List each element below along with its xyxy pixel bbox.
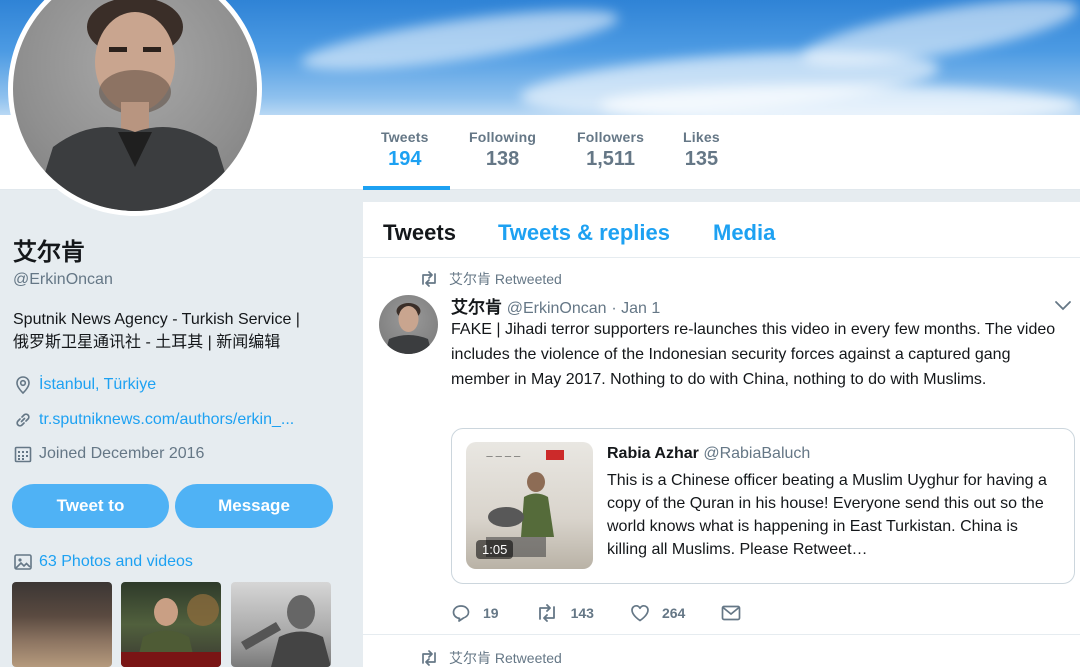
tweet-author-handle[interactable]: @ErkinOncan	[507, 300, 607, 317]
retweet-count: 143	[570, 605, 594, 621]
retweet-icon	[422, 271, 436, 287]
stat-tweets-value: 194	[388, 148, 422, 170]
active-stat-underline	[363, 186, 450, 190]
image-icon	[14, 554, 32, 570]
tweet-date[interactable]: · Jan 1	[611, 300, 660, 317]
tweet-to-button[interactable]: Tweet to	[12, 484, 169, 528]
tweet-item[interactable]: 艾尔肯 Retweeted 艾尔肯 @ErkinOncan · Jan 1 FA…	[363, 259, 1080, 635]
reply-icon	[452, 605, 470, 622]
tab-tweets-replies[interactable]: Tweets & replies	[498, 220, 670, 246]
website-link[interactable]: tr.sputniknews.com/authors/erkin_...	[39, 411, 294, 429]
video-duration: 1:05	[476, 540, 514, 559]
stat-followers-label: Followers	[577, 129, 645, 145]
stat-tweets[interactable]: Tweets 194	[381, 129, 429, 171]
tweet-author-avatar[interactable]	[379, 295, 438, 354]
avatar-photo	[33, 0, 237, 211]
message-button[interactable]: Message	[175, 484, 333, 528]
joined-text: Joined December 2016	[39, 445, 205, 462]
location-text[interactable]: İstanbul, Türkiye	[39, 376, 156, 394]
stat-likes-label: Likes	[683, 129, 720, 145]
svg-text:— — — —: — — — —	[486, 452, 521, 460]
tweet-author-name[interactable]: 艾尔肯	[451, 298, 502, 317]
like-count: 264	[661, 605, 686, 621]
stat-following-label: Following	[469, 129, 537, 145]
media-thumbnail[interactable]	[231, 582, 331, 667]
quoted-author-name: Rabia Azhar	[607, 445, 699, 462]
stat-likes-value: 135	[684, 148, 719, 170]
photos-videos-link[interactable]: 63 Photos and videos	[13, 552, 193, 572]
direct-message-button[interactable]	[721, 605, 753, 621]
tweet-header: 艾尔肯 @ErkinOncan · Jan 1	[451, 293, 660, 318]
next-retweeted-by-text: 艾尔肯 Retweeted	[449, 650, 562, 666]
location-pin-icon	[16, 376, 30, 395]
stat-following-value: 138	[485, 148, 520, 170]
retweeted-by: 艾尔肯 Retweeted	[419, 269, 562, 289]
retweet-icon	[538, 604, 555, 622]
bio-line-2: 俄罗斯卫星通讯社 - 土耳其 | 新闻编辑	[13, 334, 281, 351]
link-icon	[16, 413, 30, 427]
tab-tweets[interactable]: Tweets	[383, 220, 456, 246]
reply-count: 19	[483, 605, 499, 621]
heart-icon	[631, 604, 649, 622]
profile-location[interactable]: İstanbul, Türkiye	[13, 375, 156, 395]
quoted-author-handle: @RabiaBaluch	[703, 445, 811, 462]
stat-following[interactable]: Following 138	[469, 129, 536, 171]
profile-website[interactable]: tr.sputniknews.com/authors/erkin_...	[13, 410, 294, 430]
timeline: Tweets Tweets & replies Media 艾尔肯 Retwee…	[363, 202, 1080, 667]
profile-bio: Sputnik News Agency - Turkish Service | …	[13, 308, 343, 354]
bio-line-1: Sputnik News Agency - Turkish Service |	[13, 311, 300, 328]
retweet-button[interactable]: 143	[535, 604, 594, 622]
chevron-down-icon[interactable]	[1054, 299, 1072, 311]
profile-handle[interactable]: @ErkinOncan	[13, 271, 113, 289]
tweet-actions: 19 143 264	[451, 603, 789, 623]
retweet-icon	[422, 650, 436, 666]
reply-button[interactable]: 19	[451, 603, 499, 623]
profile-name[interactable]: 艾尔肯	[13, 232, 85, 267]
calendar-icon	[14, 446, 32, 463]
tab-media[interactable]: Media	[713, 220, 775, 246]
tweet-text: FAKE | Jihadi terror supporters re-launc…	[451, 321, 1056, 388]
stat-followers-value: 1,511	[586, 148, 636, 170]
retweeted-by-text: 艾尔肯 Retweeted	[449, 271, 562, 287]
stat-likes[interactable]: Likes 135	[683, 129, 720, 171]
quoted-tweet-header: Rabia Azhar @RabiaBaluch	[607, 445, 810, 463]
quoted-video-thumbnail[interactable]: — — — — 1:05	[466, 442, 593, 569]
envelope-icon	[721, 605, 741, 621]
quoted-tweet[interactable]: — — — — 1:05 Rabia Azhar @RabiaBaluch Th…	[451, 428, 1075, 584]
profile-joined: Joined December 2016	[13, 444, 204, 464]
timeline-tabs: Tweets Tweets & replies Media	[363, 202, 1080, 258]
quoted-tweet-text: This is a Chinese officer beating a Musl…	[607, 472, 1047, 558]
stat-followers[interactable]: Followers 1,511	[577, 129, 644, 171]
like-button[interactable]: 264	[630, 604, 685, 622]
photos-videos-label[interactable]: 63 Photos and videos	[39, 553, 193, 571]
media-thumbnail[interactable]	[12, 582, 112, 667]
next-retweeted-by: 艾尔肯 Retweeted	[419, 648, 562, 667]
stat-tweets-label: Tweets	[381, 129, 429, 145]
media-thumbnail[interactable]	[121, 582, 221, 667]
